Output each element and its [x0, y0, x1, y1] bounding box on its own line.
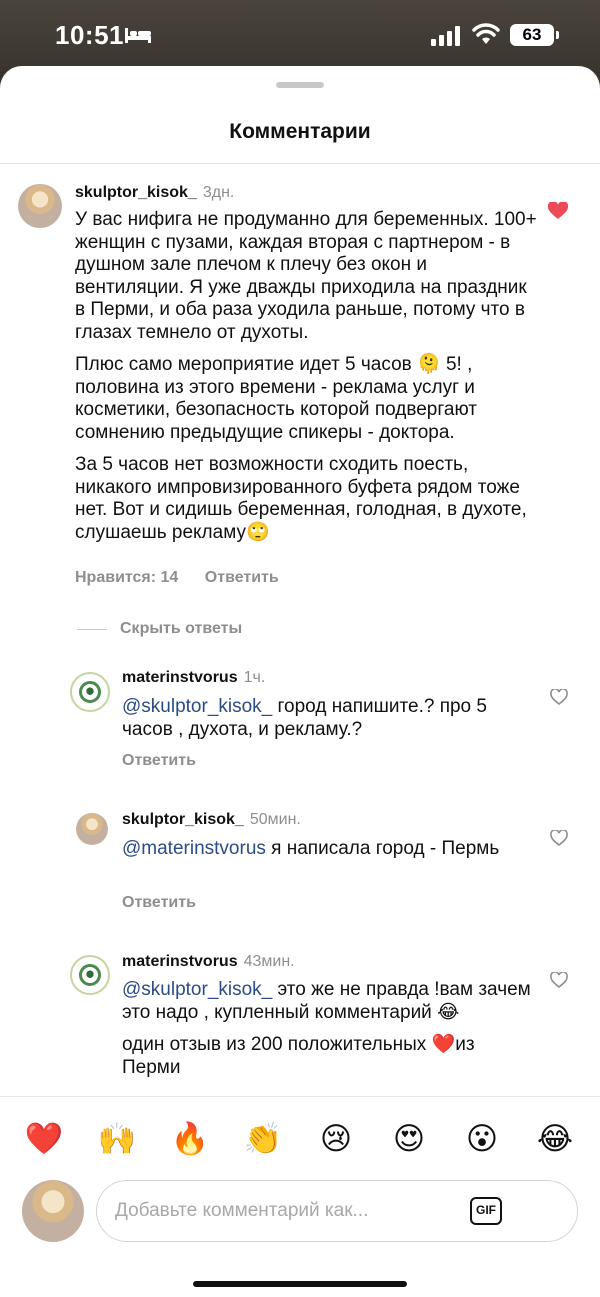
reply-time: 43мин.: [243, 953, 295, 970]
home-indicator: [193, 1281, 407, 1287]
reply-text: @skulptor_kisok_ город напишите.? про 5 …: [122, 696, 487, 740]
gif-button[interactable]: GIF: [470, 1197, 502, 1225]
cellular-signal-icon: [431, 26, 460, 46]
reaction-clap[interactable]: 👏: [241, 1117, 285, 1161]
wifi-icon: [472, 23, 500, 44]
reaction-bar: ❤️ 🙌 🔥 👏 😢 😍 😮 😂: [0, 1117, 600, 1161]
mention-link[interactable]: @materinstvorus: [122, 838, 266, 859]
reply-time: 1ч.: [243, 669, 266, 686]
sheet-grabber[interactable]: [276, 82, 324, 88]
reply-text: @skulptor_kisok_ это же не правда !вам з…: [122, 979, 531, 1078]
reaction-laughing[interactable]: 😂: [533, 1117, 577, 1161]
reaction-fire[interactable]: 🔥: [168, 1117, 212, 1161]
composer-area: ❤️ 🙌 🔥 👏 😢 😍 😮 😂 GIF: [0, 1096, 600, 1297]
comment-author[interactable]: skulptor_kisok_ 3дн.: [75, 184, 234, 202]
reaction-heart-eyes[interactable]: 😍: [387, 1117, 431, 1161]
likes-count[interactable]: Нравится: 14: [75, 569, 178, 586]
reaction-heart[interactable]: ❤️: [22, 1117, 66, 1161]
heart-icon[interactable]: [550, 972, 568, 988]
hide-replies-line: [77, 629, 107, 630]
avatar[interactable]: [76, 813, 108, 845]
avatar[interactable]: [18, 184, 62, 228]
mention-link[interactable]: @skulptor_kisok_: [122, 979, 272, 1000]
reply-button[interactable]: Ответить: [205, 569, 279, 586]
status-time: 10:51: [55, 20, 124, 50]
heart-icon[interactable]: [550, 689, 568, 705]
reaction-surprised[interactable]: 😮: [460, 1117, 504, 1161]
comment-input[interactable]: [115, 1181, 465, 1241]
liked-heart-icon[interactable]: [548, 202, 568, 220]
avatar[interactable]: [70, 955, 110, 995]
reply-button[interactable]: Ответить: [122, 894, 196, 912]
comment-paragraph: Плюс само мероприятие идет 5 часов 🫠 5! …: [75, 354, 477, 443]
comment-paragraph: За 5 часов нет возможности сходить поест…: [75, 454, 527, 543]
sleep-focus-icon: [125, 28, 151, 43]
reply-text: @materinstvorus я написала город - Пермь: [122, 838, 500, 859]
comments-sheet: Комментарии skulptor_kisok_ 3дн. У вас ни…: [0, 66, 600, 1297]
hide-replies-button[interactable]: Скрыть ответы: [120, 620, 242, 638]
sheet-title: Комментарии: [229, 120, 371, 143]
reply-author[interactable]: materinstvorus 1ч.: [122, 669, 265, 687]
comment-time: 3дн.: [202, 184, 235, 201]
composer-avatar: [22, 1180, 84, 1242]
comment-input-wrapper: GIF: [96, 1180, 578, 1242]
reply-time: 50мин.: [249, 811, 301, 828]
avatar[interactable]: [70, 672, 110, 712]
mention-link[interactable]: @skulptor_kisok_: [122, 696, 272, 717]
comment-meta: Нравится: 14 Ответить: [75, 569, 301, 587]
reply-button[interactable]: Ответить: [122, 752, 196, 770]
status-bar: 10:51 63: [0, 0, 600, 70]
heart-icon[interactable]: [550, 830, 568, 846]
header-divider: [0, 163, 600, 164]
reaction-crying[interactable]: 😢: [314, 1117, 358, 1161]
reply-author[interactable]: skulptor_kisok_ 50мин.: [122, 811, 301, 829]
battery-indicator: 63: [510, 24, 559, 46]
reaction-raised-hands[interactable]: 🙌: [95, 1117, 139, 1161]
reply-author[interactable]: materinstvorus 43мин.: [122, 953, 295, 971]
comment-text: У вас нифига не продуманно для беременны…: [75, 209, 537, 554]
comment-paragraph: У вас нифига не продуманно для беременны…: [75, 209, 537, 343]
